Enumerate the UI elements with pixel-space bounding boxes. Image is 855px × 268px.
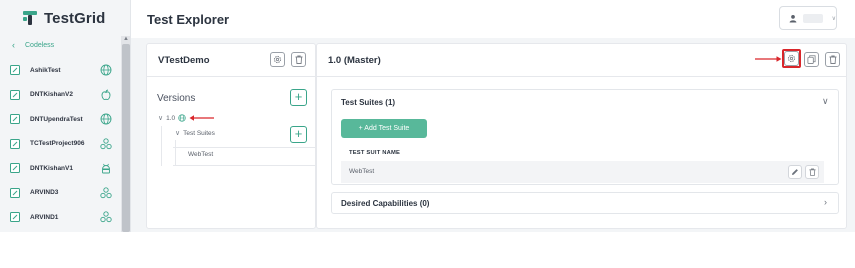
project-doc-icon xyxy=(10,89,20,100)
version-copy-button[interactable] xyxy=(804,52,819,67)
scroll-up-arrow-icon[interactable]: ▲ xyxy=(123,36,129,42)
project-settings-button[interactable] xyxy=(270,52,285,67)
project-doc-icon xyxy=(10,187,20,198)
sidebar-item-label: DNTKishanV1 xyxy=(30,164,73,172)
add-test-suite-tree-button[interactable]: + xyxy=(290,126,307,143)
table-header-suite-name: TEST SUIT NAME xyxy=(349,150,401,156)
trash-icon xyxy=(829,55,836,64)
globe-icon xyxy=(100,64,112,76)
sidebar-item-label: ARVIND1 xyxy=(30,213,59,221)
add-version-button[interactable]: + xyxy=(290,89,307,106)
add-test-suite-button[interactable]: + Add Test Suite xyxy=(341,119,427,138)
sidebar-item-arvind3[interactable]: ARVIND3 xyxy=(0,181,120,206)
table-row[interactable]: WebTest xyxy=(341,161,824,183)
add-test-suite-label: + Add Test Suite xyxy=(358,125,410,132)
project-list: AshikTest DNTKishanV2 DNTUpendraTest TCT… xyxy=(0,58,120,230)
android-icon xyxy=(102,163,110,174)
apple-icon xyxy=(101,89,111,100)
trash-icon xyxy=(808,168,816,176)
brand-logo[interactable]: TestGrid xyxy=(22,8,105,28)
card-divider xyxy=(147,76,315,77)
project-doc-icon xyxy=(10,138,20,149)
trash-icon xyxy=(295,55,302,64)
user-icon xyxy=(789,14,797,23)
test-suites-panel: Test Suites (1) ∨ + Add Test Suite TEST … xyxy=(331,89,839,185)
user-name-redacted xyxy=(803,13,823,23)
codeless-back-link[interactable]: ‹ Codeless xyxy=(12,40,54,50)
version-title: 1.0 (Master) xyxy=(328,55,381,66)
delete-suite-button[interactable] xyxy=(805,165,819,179)
globe-icon xyxy=(100,113,112,125)
globe-icon xyxy=(178,114,186,122)
chevron-down-icon: ∨ xyxy=(175,130,181,137)
brand-name: TestGrid xyxy=(44,9,106,27)
project-doc-icon xyxy=(10,65,20,76)
multi-platform-icon xyxy=(100,211,112,223)
multi-platform-icon xyxy=(100,186,112,198)
chevron-down-icon: ∨ xyxy=(831,15,836,22)
project-doc-icon xyxy=(10,212,20,223)
version-card: 1.0 (Master) Test Suites (1) ∨ + Add Tes… xyxy=(316,43,847,229)
multi-platform-icon xyxy=(100,137,112,149)
chevron-left-icon: ‹ xyxy=(12,40,15,50)
gear-icon xyxy=(273,55,282,64)
sidebar: TestGrid ‹ Codeless AshikTest DNTKishanV… xyxy=(0,0,131,232)
edit-suite-button[interactable] xyxy=(788,165,802,179)
pencil-icon xyxy=(792,169,798,175)
tree-guide-line xyxy=(161,126,162,166)
copy-icon xyxy=(807,55,816,64)
test-suites-heading: Test Suites (1) xyxy=(341,98,396,107)
annotation-highlight-box xyxy=(782,49,801,68)
sidebar-item-label: ARVIND3 xyxy=(30,189,59,197)
chevron-down-icon: ∨ xyxy=(158,115,164,122)
chevron-down-icon[interactable]: ∨ xyxy=(822,96,829,107)
project-doc-icon xyxy=(10,163,20,174)
suite-label: WebTest xyxy=(188,151,214,158)
project-delete-button[interactable] xyxy=(291,52,306,67)
sidebar-item-label: TCTestProject906 xyxy=(30,140,85,148)
annotation-arrow-left-icon xyxy=(189,115,215,121)
test-suites-label: Test Suites xyxy=(183,129,215,137)
sidebar-item-label: DNTKishanV2 xyxy=(30,91,73,99)
versions-heading: Versions xyxy=(157,93,196,104)
sidebar-item-dntupendratest[interactable]: DNTUpendraTest xyxy=(0,107,120,132)
page-title: Test Explorer xyxy=(147,12,230,27)
sidebar-item-label: AshikTest xyxy=(30,66,61,74)
project-doc-icon xyxy=(10,114,20,125)
version-label: 1.0 xyxy=(166,114,176,122)
tree-test-suites-node[interactable]: ∨ Test Suites xyxy=(175,129,215,138)
testgrid-logo-icon xyxy=(23,11,37,25)
desired-capabilities-heading: Desired Capabilities (0) xyxy=(341,199,430,208)
annotation-arrow-right-icon xyxy=(755,56,782,62)
chevron-right-icon[interactable]: › xyxy=(824,197,827,207)
tree-divider xyxy=(173,147,315,148)
sidebar-item-label: DNTUpendraTest xyxy=(30,115,83,123)
card-divider xyxy=(317,76,846,77)
tree-divider xyxy=(173,165,315,166)
version-delete-button[interactable] xyxy=(825,52,840,67)
tree-suite-webtest[interactable]: WebTest xyxy=(188,151,213,158)
sidebar-item-ashiktest[interactable]: AshikTest xyxy=(0,58,120,83)
sidebar-item-dntkishanv2[interactable]: DNTKishanV2 xyxy=(0,83,120,108)
sidebar-item-tctestproject906[interactable]: TCTestProject906 xyxy=(0,132,120,157)
project-card: VTestDemo Versions + ∨ 1.0 ∨ Test Suites… xyxy=(146,43,316,229)
tree-version-node[interactable]: ∨ 1.0 xyxy=(158,114,215,122)
tree-guide-line xyxy=(175,140,176,166)
project-title: VTestDemo xyxy=(158,55,210,66)
suite-name-cell: WebTest xyxy=(349,168,375,175)
scrollbar-thumb[interactable] xyxy=(122,44,130,232)
codeless-label: Codeless xyxy=(25,41,55,49)
sidebar-item-dntkishanv1[interactable]: DNTKishanV1 xyxy=(0,156,120,181)
sidebar-scrollbar[interactable]: ▲ xyxy=(121,36,130,232)
sidebar-item-arvind1[interactable]: ARVIND1 xyxy=(0,205,120,230)
user-menu-button[interactable]: ∨ xyxy=(779,6,837,30)
desired-capabilities-panel[interactable]: Desired Capabilities (0) › xyxy=(331,192,839,214)
